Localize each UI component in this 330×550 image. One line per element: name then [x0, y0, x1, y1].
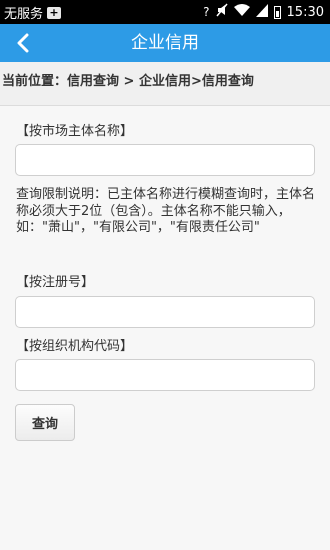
battery-icon: [273, 5, 281, 19]
title-bar: 企业信用: [0, 24, 330, 62]
status-left: 无服务 +: [4, 3, 62, 22]
status-right: ? 15:30: [203, 3, 324, 21]
entity-name-input[interactable]: [15, 144, 315, 176]
signal-icon: [255, 3, 268, 21]
carrier-text: 无服务: [4, 7, 44, 22]
reg-label: 【按注册号】: [16, 275, 95, 290]
name-label: 【按市场主体名称】: [16, 124, 134, 139]
wifi-icon: [233, 3, 250, 21]
query-note: 查询限制说明：已主体名称进行模糊查询时，主体名称必须大于2位（包含）。主体名称不…: [16, 187, 316, 235]
org-code-input[interactable]: [15, 359, 315, 391]
query-button[interactable]: 查询: [15, 404, 75, 441]
clock: 15:30: [286, 4, 324, 20]
status-bar: 无服务 + ? 15:30: [0, 0, 330, 24]
plus-icon: +: [47, 6, 62, 19]
org-label: 【按组织机构代码】: [16, 339, 134, 354]
page-title: 企业信用: [131, 33, 199, 53]
mute-icon: [215, 3, 228, 21]
breadcrumb: 当前位置：信用查询 > 企业信用>信用查询: [0, 62, 330, 106]
question-icon: ?: [203, 5, 210, 19]
registration-number-input[interactable]: [15, 296, 315, 328]
